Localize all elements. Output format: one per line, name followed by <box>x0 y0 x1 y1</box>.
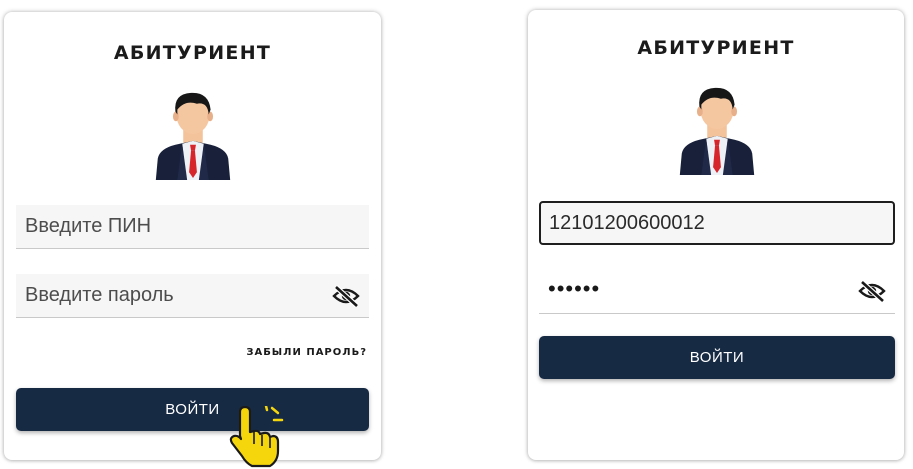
password-masked-value: •••••• <box>548 276 601 301</box>
login-button[interactable]: ВОЙТИ <box>16 388 369 431</box>
login-card-right: АБИТУРИЕНТ 12101200600012 •••••• ВОЙТИ <box>528 10 904 460</box>
pin-input[interactable]: Введите ПИН <box>16 205 369 249</box>
user-avatar-icon <box>679 87 755 175</box>
password-input[interactable]: Введите пароль <box>16 274 369 318</box>
card-title: АБИТУРИЕНТ <box>113 42 272 64</box>
pin-value: 12101200600012 <box>549 212 705 234</box>
login-card-left: АБИТУРИЕНТ Введите ПИН Введите пароль ЗА… <box>4 12 381 460</box>
eye-slash-icon[interactable] <box>858 280 886 302</box>
pin-input[interactable]: 12101200600012 <box>539 201 895 245</box>
card-title: АБИТУРИЕНТ <box>637 37 795 59</box>
eye-slash-icon[interactable] <box>332 285 360 307</box>
password-placeholder: Введите пароль <box>25 284 174 306</box>
hand-pointer-icon <box>229 406 284 468</box>
pin-placeholder: Введите ПИН <box>25 215 152 237</box>
login-button[interactable]: ВОЙТИ <box>539 336 895 379</box>
forgot-password-link[interactable]: ЗАБЫЛИ ПАРОЛЬ? <box>246 347 367 358</box>
password-input[interactable]: •••••• <box>539 269 895 314</box>
user-avatar-icon <box>155 92 231 180</box>
